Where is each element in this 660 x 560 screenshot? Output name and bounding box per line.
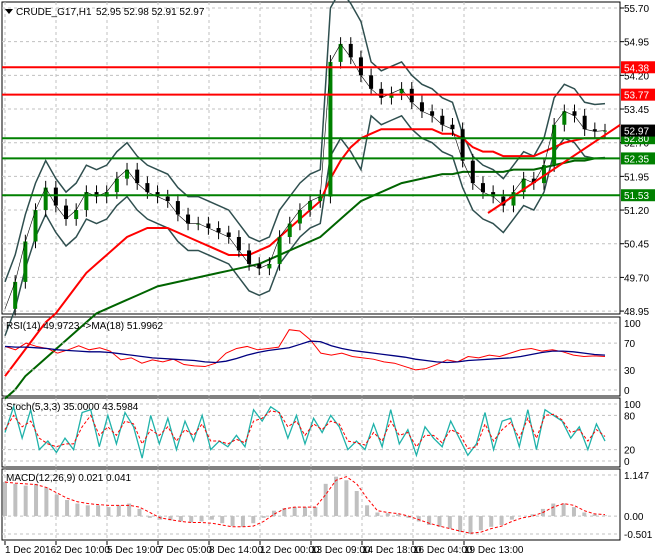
stoch-main-line	[4, 404, 606, 459]
indicator-tick-label: 100	[624, 400, 641, 411]
x-tick-label: 19 Dec 13:00	[464, 545, 524, 556]
rsi-line	[4, 329, 606, 371]
indicator-tick-label: 0	[624, 386, 630, 397]
price-tick-label: 54.95	[624, 38, 649, 49]
macd-signal-line	[4, 476, 606, 534]
dropdown-triangle-icon	[5, 9, 13, 14]
level-label: 52.35	[624, 154, 649, 165]
indicator-tick-label: -0.501	[624, 530, 653, 541]
ohlc-label: 52.95 52.98 52.91 52.97	[96, 7, 205, 18]
level-label: 51.53	[624, 191, 649, 202]
level-label: 53.77	[624, 91, 649, 102]
bollinger-upper	[4, 0, 606, 283]
current-price-label: 52.97	[624, 127, 649, 138]
indicator-tick-label: 30	[624, 366, 636, 377]
price-tick-label: 51.20	[624, 206, 649, 217]
bollinger-lower	[4, 114, 606, 337]
indicator-tick-label: 1.147	[624, 471, 649, 482]
price-tick-label: 50.45	[624, 240, 649, 251]
price-tick-label: 53.45	[624, 105, 649, 116]
x-tick-label: 7 Dec 05:00	[158, 545, 212, 556]
x-tick-label: 1 Dec 2016	[5, 545, 57, 556]
x-tick-label: 8 Dec 14:00	[209, 545, 263, 556]
x-tick-label: 2 Dec 10:00	[56, 545, 110, 556]
indicator-tick-label: 70	[624, 339, 636, 350]
price-tick-label: 55.70	[624, 4, 649, 15]
indicator-tick-label: 20	[624, 446, 636, 457]
level-label: 54.38	[624, 63, 649, 74]
price-tick-label: 49.70	[624, 273, 649, 284]
x-tick-label: 5 Dec 19:00	[107, 545, 161, 556]
price-tick-label: 48.95	[624, 307, 649, 318]
indicator-tick-label: 80	[624, 411, 636, 422]
ma-fast-line	[4, 128, 605, 377]
indicator-title: Stoch(5,3,3) 35.0000 43.5984	[6, 402, 139, 413]
indicator-title: RSI(14) 49.9723 ->MA(18) 51.9962	[6, 321, 163, 332]
indicator-tick-label: 0.00	[624, 512, 644, 523]
indicator-title: MACD(12,26,9) 0.021 0.041	[6, 473, 132, 484]
indicator-tick-label: 100	[624, 319, 641, 330]
indicator-tick-label: 0	[624, 457, 630, 468]
symbol-label: CRUDE_G17,H1	[16, 7, 92, 18]
price-tick-label: 51.95	[624, 172, 649, 183]
chart-canvas[interactable]: 1 Dec 2016 2 Dec 10:005 Dec 19:007 Dec 05…	[0, 0, 660, 560]
chart-window: 1 Dec 2016 2 Dec 10:00 5 Dec 19:00 7 Dec 05…	[0, 0, 660, 560]
